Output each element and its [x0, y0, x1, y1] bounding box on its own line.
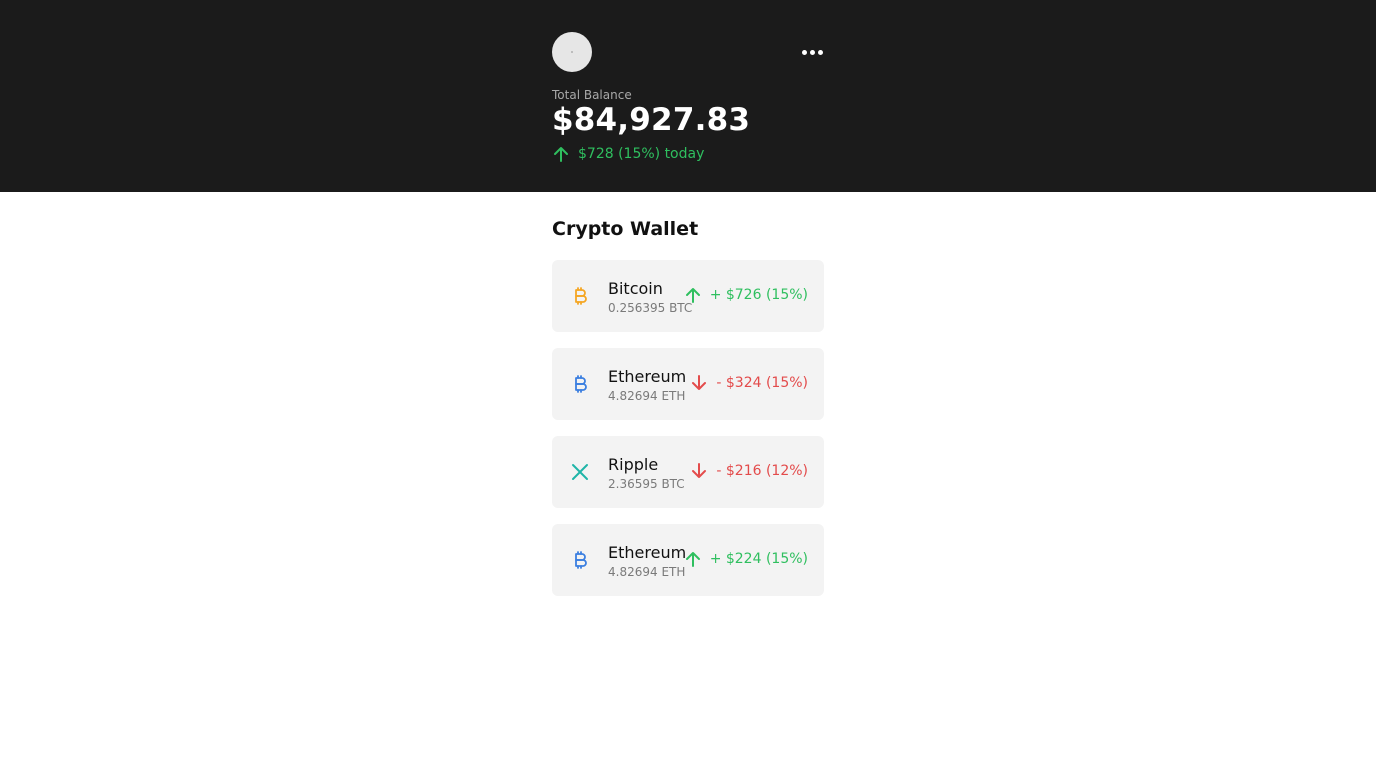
avatar[interactable]	[552, 32, 592, 72]
total-balance-value: $84,927.83	[552, 102, 751, 138]
coin-change-text: - $216 (12%)	[716, 463, 808, 479]
balance-header: Total Balance $84,927.83 $728 (15%) toda…	[0, 0, 1376, 192]
coin-change: + $726 (15%)	[684, 286, 808, 304]
more-options-button[interactable]	[800, 42, 824, 62]
arrow-down-icon	[692, 375, 707, 390]
wallet-card-bitcoin[interactable]: Bitcoin 0.256395 BTC + $726 (15%)	[552, 260, 824, 332]
coin-change: - $324 (15%)	[690, 374, 808, 392]
coin-amount: 0.256395 BTC	[608, 301, 693, 315]
coin-change: + $224 (15%)	[684, 550, 808, 568]
arrow-up-icon	[685, 552, 700, 567]
today-change: $728 (15%) today	[552, 145, 704, 163]
wallet-card-ripple[interactable]: Ripple 2.36595 BTC - $216 (12%)	[552, 436, 824, 508]
bitcoin-icon	[568, 372, 592, 396]
coin-change: - $216 (12%)	[690, 462, 808, 480]
coin-name: Ripple	[608, 455, 659, 474]
wallet-card-ethereum[interactable]: Ethereum 4.82694 ETH - $324 (15%)	[552, 348, 824, 420]
arrow-up-icon	[554, 147, 568, 162]
more-dot-icon	[801, 49, 807, 55]
section-title: Crypto Wallet	[552, 218, 699, 240]
total-balance-label: Total Balance	[552, 88, 632, 102]
bitcoin-icon	[568, 284, 592, 308]
coin-amount: 4.82694 ETH	[608, 565, 686, 579]
coin-change-text: - $324 (15%)	[716, 375, 808, 391]
bitcoin-icon	[568, 548, 592, 572]
coin-name: Ethereum	[608, 543, 687, 562]
arrow-up-icon	[685, 288, 700, 303]
wallet-card-ethereum[interactable]: Ethereum 4.82694 ETH + $224 (15%)	[552, 524, 824, 596]
ripple-x-icon	[568, 460, 592, 484]
coin-name: Ethereum	[608, 367, 687, 386]
more-dot-icon	[809, 49, 815, 55]
coin-name: Bitcoin	[608, 279, 663, 298]
more-dot-icon	[817, 49, 823, 55]
coin-change-text: + $726 (15%)	[709, 287, 808, 303]
today-change-text: $728 (15%) today	[578, 146, 705, 162]
coin-amount: 2.36595 BTC	[608, 477, 685, 491]
avatar-placeholder-dot	[571, 51, 573, 53]
coin-change-text: + $224 (15%)	[709, 551, 808, 567]
arrow-down-icon	[692, 463, 707, 478]
coin-amount: 4.82694 ETH	[608, 389, 686, 403]
